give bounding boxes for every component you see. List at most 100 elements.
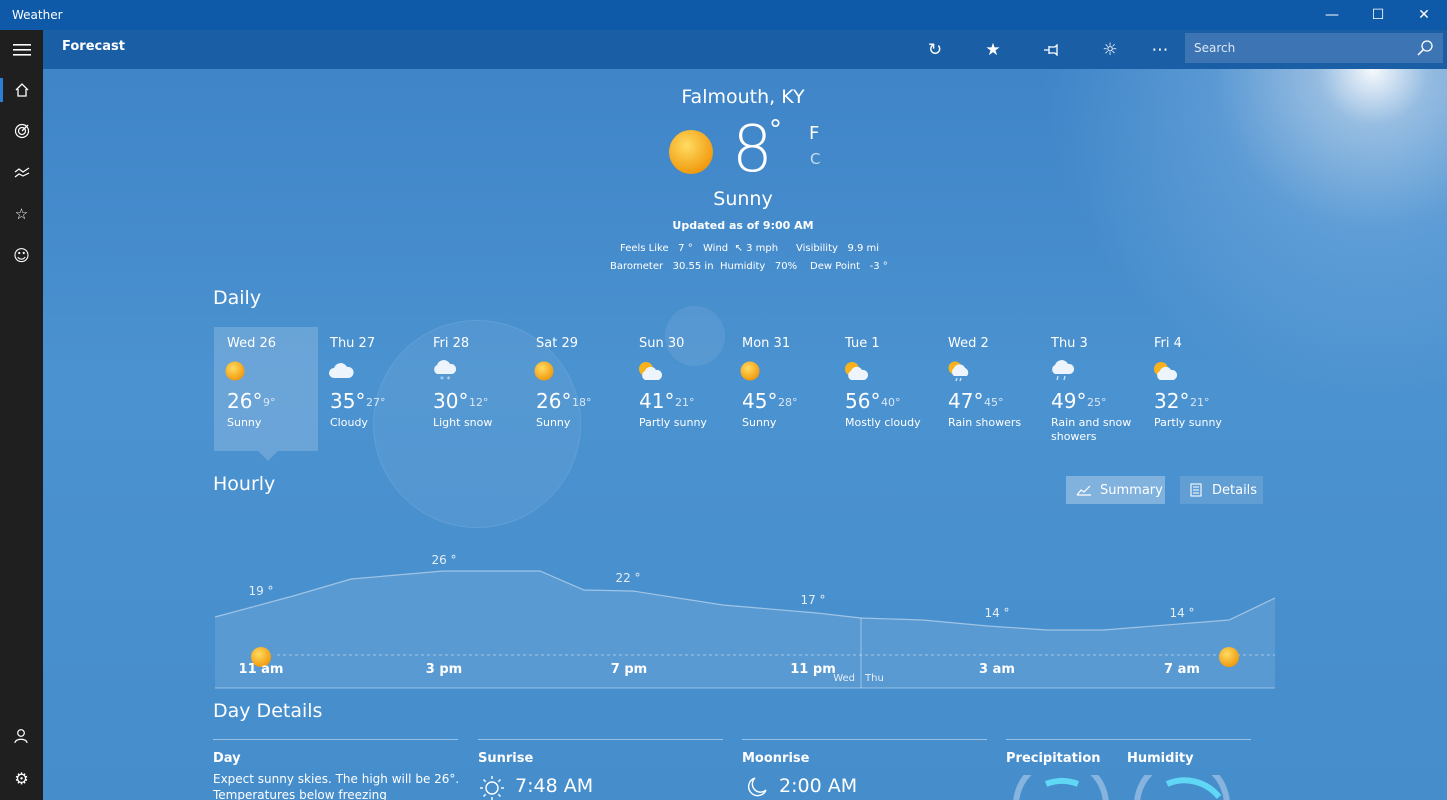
hamburger-menu-icon[interactable] [0, 30, 43, 70]
daily-forecast-tile[interactable]: Sat 29 26° 18° Sunny [523, 327, 627, 451]
wind-label: Wind [703, 243, 729, 254]
day-high-temp: 32° [1154, 389, 1190, 413]
divider [1006, 739, 1251, 740]
dew-point-value: -3 ° [869, 261, 888, 272]
visibility-row: Visibility 9.9 mi [796, 243, 879, 254]
hourly-heading: Hourly [213, 473, 276, 495]
snow-icon: * * [431, 360, 457, 384]
hourly-temp-label: 22 ° [615, 571, 640, 585]
sun-icon [1219, 647, 1239, 667]
humidity-detail-label: Humidity [1127, 751, 1194, 766]
nav-favorites-icon[interactable]: ☆ [0, 194, 43, 234]
precipitation-gauge [1013, 775, 1109, 800]
day-condition: Sunny [536, 416, 571, 429]
minimize-button[interactable]: — [1309, 0, 1355, 30]
page-title: Forecast [62, 39, 125, 54]
day-name: Sun 30 [639, 336, 685, 351]
nav-feedback-smiley-icon[interactable]: ☺ [0, 235, 43, 275]
day-condition: Rain and snow showers [1051, 416, 1132, 443]
degree-symbol: ° [769, 115, 782, 145]
day-low-temp: 9° [263, 396, 276, 409]
day-low-temp: 27° [366, 396, 386, 409]
hourly-time-label: 11 pm [790, 662, 836, 677]
daily-forecast-tile[interactable]: Wed 2 47° 45° Rain showers [935, 327, 1039, 451]
daily-forecast-tile[interactable]: Thu 27 35° 27° Cloudy [317, 327, 421, 451]
daily-forecast-tile[interactable]: Fri 28 * * 30° 12° Light snow [420, 327, 524, 451]
day-name: Thu 27 [330, 336, 376, 351]
more-options-icon[interactable]: ⋯ [1148, 38, 1172, 62]
window-titlebar: Weather — ☐ ✕ [0, 0, 1447, 30]
search-input[interactable] [1185, 40, 1416, 56]
day-low-temp: 28° [778, 396, 798, 409]
wind-row: Wind ↖ 3 mph [703, 243, 778, 254]
day-name: Sat 29 [536, 336, 578, 351]
refresh-icon[interactable]: ↻ [923, 38, 947, 62]
chart-icon [1076, 485, 1091, 496]
moonrise-icon [747, 777, 767, 797]
nav-home-icon[interactable] [0, 70, 43, 110]
humidity-gauge [1134, 775, 1230, 800]
unit-fahrenheit-toggle[interactable]: F [809, 123, 819, 144]
close-button[interactable]: ✕ [1401, 0, 1447, 30]
daily-heading: Daily [213, 287, 262, 309]
account-icon[interactable] [0, 716, 43, 756]
search-box [1185, 33, 1443, 63]
nav-radar-icon[interactable] [0, 111, 43, 151]
updated-time: Updated as of 9:00 AM [672, 219, 814, 232]
day-name: Fri 4 [1154, 336, 1182, 351]
day-text-line-1: Expect sunny skies. The high will be 26°… [213, 772, 460, 786]
dew-point-row: Dew Point -3 ° [810, 261, 888, 272]
details-label: Details [1212, 482, 1258, 498]
search-icon[interactable] [1417, 40, 1433, 56]
moonrise-label: Moonrise [742, 751, 810, 766]
day-name: Fri 28 [433, 336, 470, 351]
daily-forecast-tile[interactable]: Wed 26 26° 9° Sunny [214, 327, 318, 461]
day-condition: Rain showers [948, 416, 1022, 429]
sunrise-icon [480, 776, 504, 800]
day-high-temp: 30° [433, 389, 469, 413]
unit-celsius-toggle[interactable]: C [810, 150, 820, 168]
location-name: Falmouth, KY [681, 86, 805, 108]
daily-forecast-tile[interactable]: Fri 4 32° 21° Partly sunny [1141, 327, 1245, 451]
wind-direction-icon: ↖ [734, 243, 743, 254]
divider [478, 739, 723, 740]
visibility-value: 9.9 mi [847, 243, 880, 254]
sun-icon [534, 360, 560, 382]
day-high-temp: 45° [742, 389, 778, 413]
day-name: Tue 1 [845, 336, 880, 351]
day-low-temp: 21° [1190, 396, 1210, 409]
partly-sunny-icon [1152, 360, 1178, 382]
hourly-time-label: 3 am [979, 662, 1015, 677]
hourly-time-label: 3 pm [425, 662, 463, 677]
day-low-temp: 40° [881, 396, 901, 409]
feels-like-label: Feels Like [620, 243, 669, 254]
day-low-temp: 21° [675, 396, 695, 409]
brightness-icon[interactable]: ☼ [1098, 38, 1122, 62]
sun-icon [740, 360, 766, 382]
current-condition: Sunny [713, 188, 773, 210]
daily-forecast-tile[interactable]: Sun 30 41° 21° Partly sunny [626, 327, 730, 451]
divider [213, 739, 458, 740]
pin-icon[interactable] [1040, 38, 1064, 62]
summary-label: Summary [1100, 482, 1163, 498]
document-icon [1190, 483, 1202, 497]
daily-forecast-tile[interactable]: Mon 31 45° 28° Sunny [729, 327, 833, 451]
day-high-temp: 47° [948, 389, 984, 413]
favorite-star-icon[interactable]: ★ [981, 38, 1005, 62]
day-condition: Light snow [433, 416, 493, 429]
nav-historical-icon[interactable] [0, 152, 43, 192]
daily-forecast-tile[interactable]: Tue 1 56° 40° Mostly cloudy [832, 327, 936, 451]
day-high-temp: 26° [227, 389, 263, 413]
day-high-temp: 26° [536, 389, 572, 413]
maximize-button[interactable]: ☐ [1355, 0, 1401, 30]
moonrise-time: 2:00 AM [779, 775, 858, 797]
visibility-label: Visibility [796, 243, 838, 254]
settings-gear-icon[interactable]: ⚙ [0, 758, 43, 798]
wind-value: 3 mph [746, 243, 779, 254]
humidity-label: Humidity [720, 261, 766, 272]
day-condition: Sunny [227, 416, 262, 429]
rain-snow-icon [1049, 360, 1075, 382]
barometer-value: 30.55 in [672, 261, 714, 272]
day-high-temp: 49° [1051, 389, 1087, 413]
daily-forecast-tile[interactable]: Thu 3 49° 25° Rain and snow showers [1038, 327, 1142, 451]
